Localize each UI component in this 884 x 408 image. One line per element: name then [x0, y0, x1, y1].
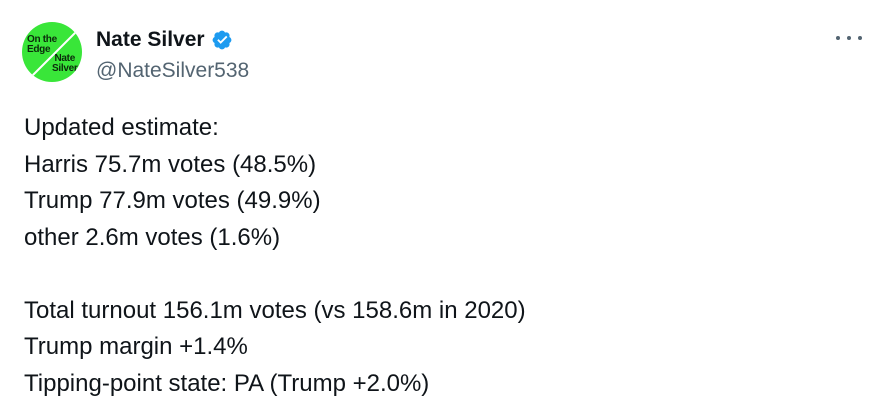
verified-badge-icon	[211, 29, 233, 51]
tweet-line: Trump margin +1.4%	[24, 333, 248, 360]
author-name-row: Nate Silver	[96, 26, 233, 54]
tweet-line: Updated estimate:	[24, 114, 219, 141]
tweet-line: other 2.6m votes (1.6%)	[24, 223, 281, 251]
tweet-line: Total turnout 156.1m votes (vs 158.6m in…	[24, 296, 526, 324]
avatar-text-bottom: Nate Silver	[52, 54, 78, 74]
tweet-text: Updated estimate: Harris 75.7m votes (48…	[24, 110, 526, 402]
more-horizontal-icon[interactable]	[836, 28, 862, 48]
more-dot	[858, 36, 862, 40]
tweet-line: Tipping-point state: PA (Trump +2.0%)	[24, 369, 430, 397]
avatar[interactable]: On the Edge Nate Silver	[22, 22, 82, 82]
author-display-name[interactable]: Nate Silver	[96, 26, 205, 54]
author-handle[interactable]: @NateSilver538	[96, 57, 249, 85]
tweet-card: On the Edge Nate Silver Nate Silver @Nat…	[0, 0, 884, 408]
avatar-text-bottom-line2: Silver	[52, 63, 78, 74]
more-dot	[847, 36, 851, 40]
tweet-line: Harris 75.7m votes (48.5%)	[24, 150, 317, 178]
avatar-text-top: On the Edge	[27, 35, 57, 55]
tweet-line: Trump 77.9m votes (49.9%)	[24, 187, 321, 214]
more-dot	[836, 36, 840, 40]
